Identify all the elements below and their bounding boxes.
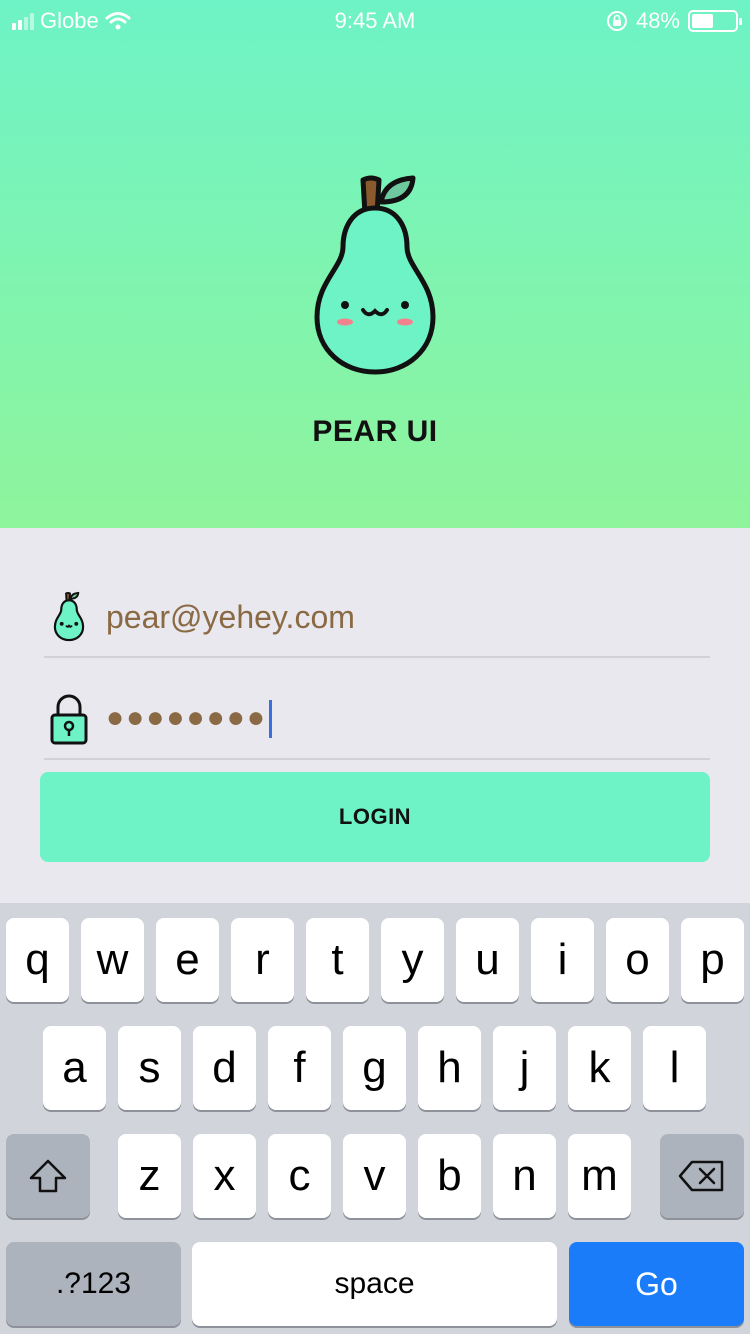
text-caret	[268, 700, 272, 738]
shift-key[interactable]	[6, 1134, 90, 1218]
password-field[interactable]: ●●●●●●●●	[44, 680, 710, 760]
key-s[interactable]: s	[118, 1026, 181, 1110]
key-a[interactable]: a	[43, 1026, 106, 1110]
key-w[interactable]: w	[81, 918, 144, 1002]
key-h[interactable]: h	[418, 1026, 481, 1110]
key-m[interactable]: m	[568, 1134, 631, 1218]
key-d[interactable]: d	[193, 1026, 256, 1110]
key-p[interactable]: p	[681, 918, 744, 1002]
key-y[interactable]: y	[381, 918, 444, 1002]
keyboard: q w e r t y u i o p a s d f g h j k l z …	[0, 903, 750, 1334]
password-masked-value: ●●●●●●●●	[106, 700, 267, 734]
key-n[interactable]: n	[493, 1134, 556, 1218]
key-i[interactable]: i	[531, 918, 594, 1002]
key-c[interactable]: c	[268, 1134, 331, 1218]
key-r[interactable]: r	[231, 918, 294, 1002]
app-title: PEAR UI	[312, 415, 438, 448]
key-k[interactable]: k	[568, 1026, 631, 1110]
key-v[interactable]: v	[343, 1134, 406, 1218]
key-j[interactable]: j	[493, 1026, 556, 1110]
status-right: 48%	[606, 8, 742, 34]
key-g[interactable]: g	[343, 1026, 406, 1110]
key-e[interactable]: e	[156, 918, 219, 1002]
shift-icon	[29, 1159, 67, 1193]
key-o[interactable]: o	[606, 918, 669, 1002]
key-z[interactable]: z	[118, 1134, 181, 1218]
battery-percent: 48%	[635, 8, 680, 33]
pear-logo-icon	[314, 175, 436, 375]
email-input[interactable]: pear@yehey.com	[106, 599, 355, 636]
lock-icon	[50, 694, 88, 745]
battery-icon	[688, 10, 742, 32]
key-f[interactable]: f	[268, 1026, 331, 1110]
password-input[interactable]: ●●●●●●●●	[106, 700, 272, 738]
numbers-key[interactable]: .?123	[6, 1242, 181, 1326]
key-t[interactable]: t	[306, 918, 369, 1002]
key-u[interactable]: u	[456, 918, 519, 1002]
email-field-icon	[44, 591, 94, 643]
rotation-lock-icon	[606, 11, 627, 31]
key-l[interactable]: l	[643, 1026, 706, 1110]
status-bar: Globe 9:45 AM 48%	[0, 0, 750, 40]
space-key[interactable]: space	[192, 1242, 557, 1326]
key-b[interactable]: b	[418, 1134, 481, 1218]
backspace-icon	[678, 1160, 724, 1192]
delete-key[interactable]	[660, 1134, 744, 1218]
pear-icon	[53, 591, 85, 642]
go-key[interactable]: Go	[569, 1242, 744, 1326]
email-field[interactable]: pear@yehey.com	[44, 578, 710, 658]
key-x[interactable]: x	[193, 1134, 256, 1218]
login-button[interactable]: LOGIN	[40, 772, 710, 862]
password-field-icon	[44, 693, 94, 745]
key-q[interactable]: q	[6, 918, 69, 1002]
